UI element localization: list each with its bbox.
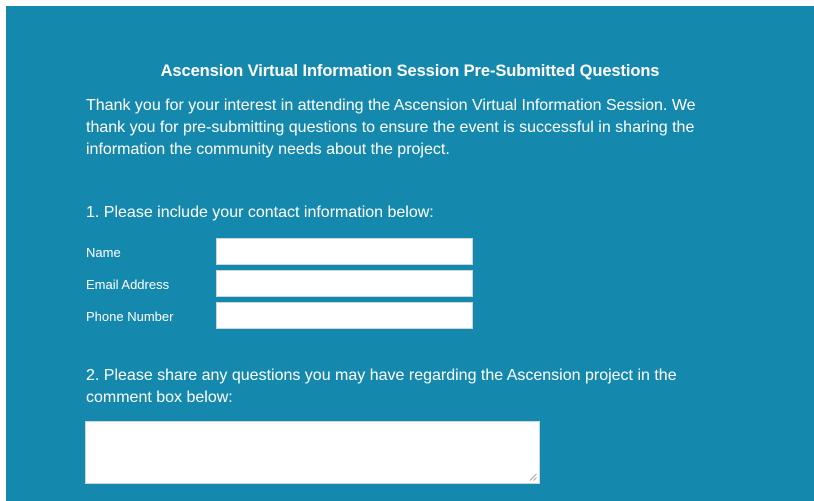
- comment-textarea[interactable]: [85, 421, 540, 484]
- email-input[interactable]: [216, 270, 473, 297]
- name-field-row: Name: [86, 238, 486, 266]
- survey-panel: Ascension Virtual Information Session Pr…: [6, 6, 814, 501]
- survey-title: Ascension Virtual Information Session Pr…: [160, 62, 660, 80]
- resize-grip-icon[interactable]: [529, 473, 537, 481]
- question-1-label: 1. Please include your contact informati…: [86, 204, 434, 221]
- phone-input[interactable]: [216, 302, 473, 329]
- email-field-row: Email Address: [86, 270, 486, 298]
- name-input[interactable]: [216, 238, 473, 265]
- phone-field-row: Phone Number: [86, 302, 486, 330]
- survey-intro: Thank you for your interest in attending…: [86, 97, 696, 158]
- phone-label: Phone Number: [86, 309, 174, 324]
- name-label: Name: [86, 245, 121, 260]
- email-label: Email Address: [86, 277, 170, 292]
- question-2-label: 2. Please share any questions you may ha…: [86, 367, 677, 406]
